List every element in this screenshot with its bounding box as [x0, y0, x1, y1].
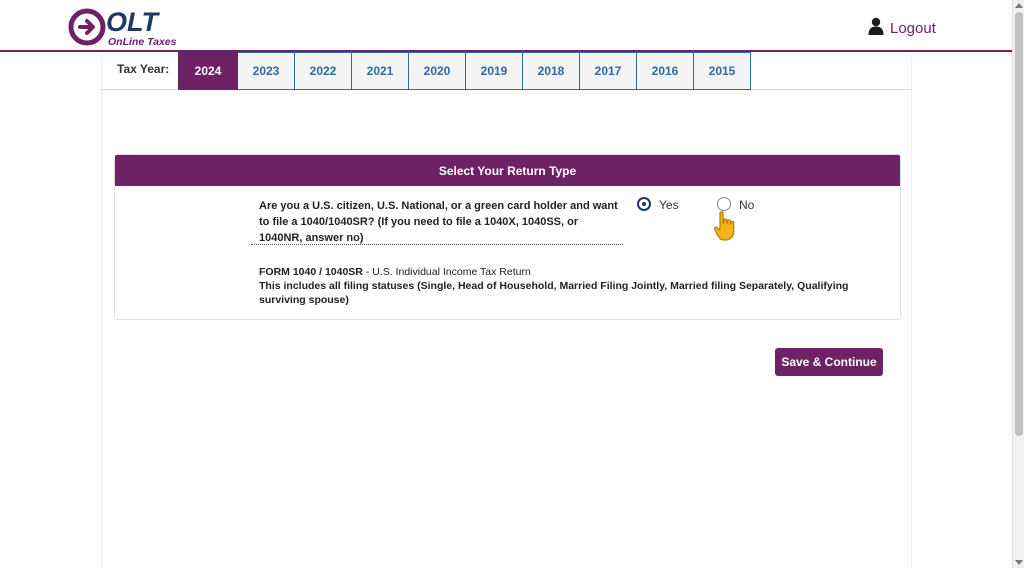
form-separator: - [362, 266, 373, 278]
tab-2023[interactable]: 2023 [238, 52, 295, 90]
citizenship-question: Are you a U.S. citizen, U.S. National, o… [259, 200, 618, 244]
scroll-up-arrow-icon[interactable] [1015, 3, 1023, 8]
app-header: OLT OnLine Taxes Logout [0, 0, 1012, 52]
form-description: FORM 1040 / 1040SR - U.S. Individual Inc… [259, 265, 879, 307]
logo-text: OLT [106, 7, 160, 37]
radio-yes-circle[interactable] [637, 196, 651, 211]
tab-2016[interactable]: 2016 [637, 52, 694, 90]
radio-no-circle[interactable] [717, 196, 731, 211]
return-type-panel: Select Your Return Type Are you a U.S. c… [114, 154, 901, 320]
logout-label[interactable]: Logout [890, 20, 936, 37]
tab-2021[interactable]: 2021 [352, 52, 409, 90]
form-title: U.S. Individual Income Tax Return [372, 266, 531, 278]
page-scrollbar[interactable] [1012, 0, 1024, 568]
tax-year-label: Tax Year: [117, 62, 170, 76]
radio-no-label[interactable]: No [739, 195, 754, 212]
user-icon [868, 17, 884, 40]
scroll-thumb[interactable] [1015, 12, 1023, 436]
form-name: FORM 1040 / 1040SR [259, 266, 363, 278]
tab-2020[interactable]: 2020 [409, 52, 466, 90]
scroll-down-arrow-icon[interactable] [1015, 560, 1023, 565]
olt-logo[interactable]: OLT OnLine Taxes [68, 6, 188, 48]
logo-tagline: OnLine Taxes [108, 36, 177, 48]
tab-2022[interactable]: 2022 [295, 52, 352, 90]
dotted-divider [251, 244, 623, 245]
tax-year-bar: Tax Year: 2024 2023 2022 2021 2020 2019 … [101, 52, 912, 90]
logout-link[interactable]: Logout [868, 17, 936, 40]
tax-year-tabs: 2024 2023 2022 2021 2020 2019 2018 2017 … [178, 52, 751, 90]
radio-yes[interactable]: Yes [637, 195, 679, 212]
tab-2019[interactable]: 2019 [466, 52, 523, 90]
tab-2018[interactable]: 2018 [523, 52, 580, 90]
panel-title: Select Your Return Type [115, 155, 900, 186]
tab-2015[interactable]: 2015 [694, 52, 751, 90]
tab-2024[interactable]: 2024 [178, 52, 238, 90]
hand-pointer-icon [713, 210, 739, 247]
save-continue-button[interactable]: Save & Continue [775, 348, 883, 376]
form-note: This includes all filing statuses (Singl… [259, 280, 849, 306]
tab-2017[interactable]: 2017 [580, 52, 637, 90]
radio-yes-label[interactable]: Yes [659, 195, 679, 212]
